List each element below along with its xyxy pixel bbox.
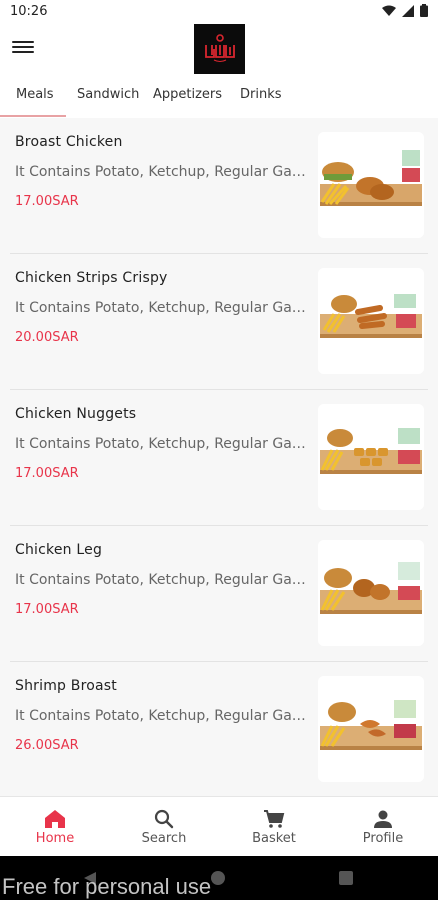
item-description: It Contains Potato, Ketchup, Regular Gar… <box>15 436 311 452</box>
restaurant-logo <box>194 24 245 74</box>
item-image[interactable] <box>318 540 424 646</box>
person-icon <box>374 810 392 828</box>
item-description: It Contains Potato, Ketchup, Regular Gar… <box>15 300 311 316</box>
item-name: Chicken Strips Crispy <box>15 270 168 286</box>
nav-search[interactable]: Search <box>109 797 219 857</box>
menu-item[interactable]: Chicken Strips Crispy It Contains Potato… <box>0 254 438 390</box>
nav-home[interactable]: Home <box>0 797 110 857</box>
item-name: Shrimp Broast <box>15 678 117 694</box>
watermark-text: Free for personal use <box>2 874 212 899</box>
nav-profile[interactable]: Profile <box>328 797 438 857</box>
category-tabs: Meals Sandwich Appetizers Drinks <box>0 78 438 118</box>
nav-basket-label: Basket <box>252 831 296 846</box>
tab-appetizers[interactable]: Appetizers <box>153 78 222 118</box>
home-icon <box>45 810 65 828</box>
nav-profile-label: Profile <box>362 831 404 846</box>
nav-home-label: Home <box>35 831 75 846</box>
item-price: 17.00SAR <box>15 194 79 209</box>
battery-icon <box>420 4 428 17</box>
wifi-icon <box>382 5 396 16</box>
item-image[interactable] <box>318 268 424 374</box>
status-icons <box>382 4 428 17</box>
status-bar: 10:26 <box>0 0 438 24</box>
search-icon <box>154 809 174 829</box>
tab-sandwich[interactable]: Sandwich <box>77 78 139 118</box>
bottom-navigation: Home Search Basket Profile <box>0 796 438 856</box>
tab-meals[interactable]: Meals <box>16 78 54 118</box>
item-description: It Contains Potato, Ketchup, Regular Gar… <box>15 572 311 588</box>
active-tab-indicator <box>0 115 66 117</box>
menu-item[interactable]: Chicken Leg It Contains Potato, Ketchup,… <box>0 526 438 662</box>
item-description: It Contains Potato, Ketchup, Regular Gar… <box>15 708 311 724</box>
nav-search-label: Search <box>141 831 187 846</box>
item-price: 20.00SAR <box>15 330 79 345</box>
app-bar <box>0 24 438 76</box>
status-time: 10:26 <box>10 4 48 19</box>
signal-icon <box>402 4 414 17</box>
item-image[interactable] <box>318 404 424 510</box>
item-description: It Contains Potato, Ketchup, Regular Gar… <box>15 164 311 180</box>
menu-item[interactable]: Chicken Nuggets It Contains Potato, Ketc… <box>0 390 438 526</box>
menu-button[interactable] <box>12 38 34 60</box>
menu-item[interactable]: Broast Chicken It Contains Potato, Ketch… <box>0 118 438 254</box>
item-image[interactable] <box>318 132 424 238</box>
item-name: Chicken Leg <box>15 542 103 558</box>
item-price: 17.00SAR <box>15 602 79 617</box>
nav-basket[interactable]: Basket <box>219 797 329 857</box>
item-name: Broast Chicken <box>15 134 123 150</box>
item-price: 26.00SAR <box>15 738 79 753</box>
item-name: Chicken Nuggets <box>15 406 137 422</box>
item-image[interactable] <box>318 676 424 782</box>
menu-item[interactable]: Shrimp Broast It Contains Potato, Ketchu… <box>0 662 438 796</box>
recents-icon[interactable] <box>338 870 354 886</box>
menu-list[interactable]: Broast Chicken It Contains Potato, Ketch… <box>0 118 438 796</box>
home-circle-icon[interactable] <box>210 870 226 886</box>
tab-drinks[interactable]: Drinks <box>240 78 282 118</box>
hamburger-icon <box>12 41 34 43</box>
item-price: 17.00SAR <box>15 466 79 481</box>
cart-icon <box>264 810 285 828</box>
